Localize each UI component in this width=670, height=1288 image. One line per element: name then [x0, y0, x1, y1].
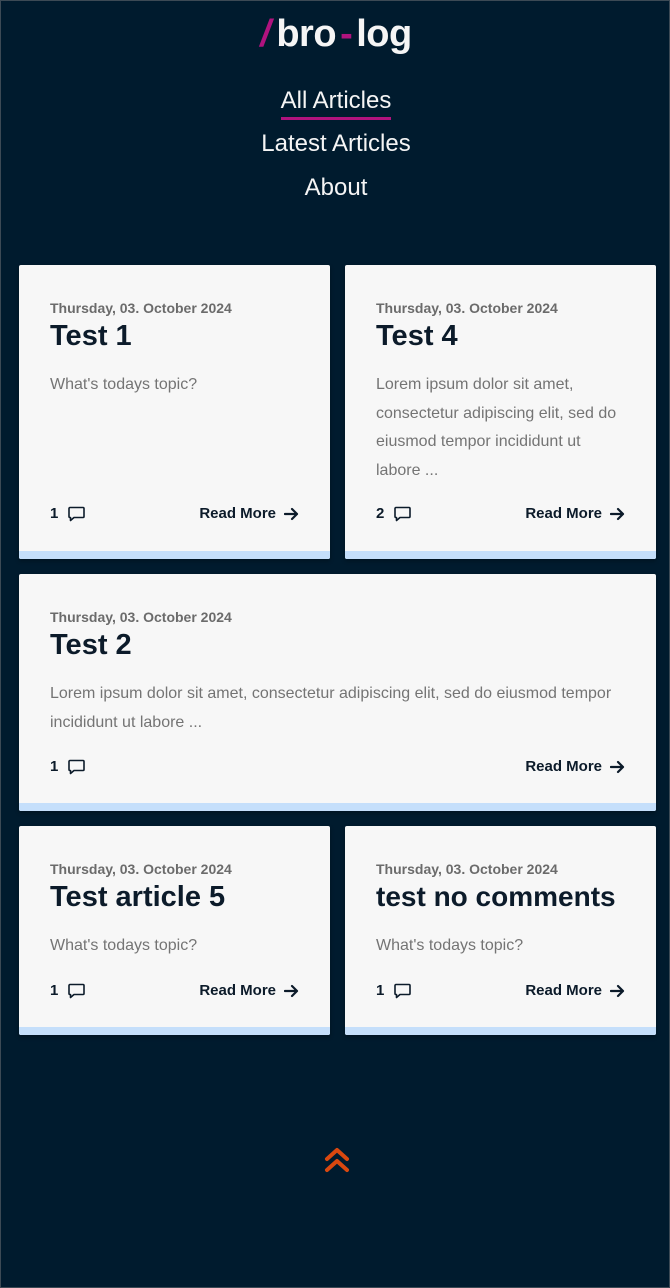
comment-count[interactable]: 1 — [50, 758, 86, 775]
comment-icon — [68, 506, 86, 521]
site-logo[interactable]: / bro - log — [1, 13, 670, 56]
article-card: Thursday, 03. October 2024 test no comme… — [345, 826, 656, 1035]
logo-part-bro: bro — [276, 13, 337, 55]
article-excerpt: What's todays topic? — [50, 937, 198, 954]
logo-slash: / — [260, 13, 271, 55]
read-more-label: Read More — [199, 982, 276, 999]
article-card: Thursday, 03. October 2024 Test 4 Lorem … — [345, 265, 656, 559]
arrow-right-icon — [610, 984, 625, 997]
read-more-label: Read More — [525, 505, 602, 522]
double-chevron-up-icon — [325, 1148, 349, 1172]
article-title[interactable]: Test 2 — [50, 629, 132, 662]
comment-icon — [394, 506, 412, 521]
comment-count-value: 2 — [376, 505, 385, 522]
nav-latest-articles[interactable]: Latest Articles — [1, 130, 670, 160]
read-more-link[interactable]: Read More — [525, 758, 625, 775]
read-more-link[interactable]: Read More — [199, 505, 299, 522]
read-more-link[interactable]: Read More — [199, 982, 299, 999]
arrow-right-icon — [610, 507, 625, 520]
article-date: Thursday, 03. October 2024 — [50, 300, 232, 316]
arrow-right-icon — [284, 507, 299, 520]
article-title[interactable]: Test 1 — [50, 320, 132, 353]
article-card: Thursday, 03. October 2024 Test 1 What's… — [19, 265, 330, 559]
nav-about[interactable]: About — [1, 174, 670, 204]
article-card: Thursday, 03. October 2024 Test 2 Lorem … — [19, 574, 656, 811]
comment-count-value: 1 — [50, 505, 59, 522]
nav-label: Latest Articles — [261, 130, 411, 157]
read-more-label: Read More — [525, 982, 602, 999]
arrow-right-icon — [284, 984, 299, 997]
comment-count-value: 1 — [50, 982, 59, 999]
article-footer: 2 Read More — [376, 505, 625, 525]
article-excerpt: What's todays topic? — [50, 376, 198, 393]
logo-dash: - — [340, 13, 353, 55]
article-title[interactable]: test no comments — [376, 881, 616, 913]
read-more-link[interactable]: Read More — [525, 982, 625, 999]
read-more-link[interactable]: Read More — [525, 505, 625, 522]
article-date: Thursday, 03. October 2024 — [50, 609, 232, 625]
comment-count[interactable]: 1 — [50, 982, 86, 999]
logo-part-log: log — [356, 13, 412, 55]
comment-count-value: 1 — [50, 758, 59, 775]
article-date: Thursday, 03. October 2024 — [376, 861, 558, 877]
comment-icon — [68, 983, 86, 998]
comment-count[interactable]: 1 — [376, 982, 412, 999]
nav-label: All Articles — [280, 87, 392, 120]
article-date: Thursday, 03. October 2024 — [376, 300, 558, 316]
read-more-label: Read More — [525, 758, 602, 775]
comment-count-value: 1 — [376, 982, 385, 999]
article-footer: 1 Read More — [50, 505, 299, 525]
nav-all-articles[interactable]: All Articles — [1, 87, 670, 120]
article-footer: 1 Read More — [50, 982, 299, 1002]
article-footer: 1 Read More — [50, 758, 625, 778]
article-card: Thursday, 03. October 2024 Test article … — [19, 826, 330, 1035]
read-more-label: Read More — [199, 505, 276, 522]
arrow-right-icon — [610, 760, 625, 773]
article-title[interactable]: Test 4 — [376, 320, 458, 353]
comment-icon — [394, 983, 412, 998]
article-title[interactable]: Test article 5 — [50, 881, 225, 914]
comment-icon — [68, 759, 86, 774]
article-excerpt: Lorem ipsum dolor sit amet, consectetur … — [376, 376, 617, 479]
article-excerpt: What's todays topic? — [376, 937, 524, 954]
nav-label: About — [304, 174, 368, 201]
article-date: Thursday, 03. October 2024 — [50, 861, 232, 877]
article-excerpt: Lorem ipsum dolor sit amet, consectetur … — [50, 685, 612, 731]
comment-count[interactable]: 2 — [376, 505, 412, 522]
article-footer: 1 Read More — [376, 982, 625, 1002]
scroll-to-top-button[interactable] — [324, 1145, 350, 1175]
comment-count[interactable]: 1 — [50, 505, 86, 522]
